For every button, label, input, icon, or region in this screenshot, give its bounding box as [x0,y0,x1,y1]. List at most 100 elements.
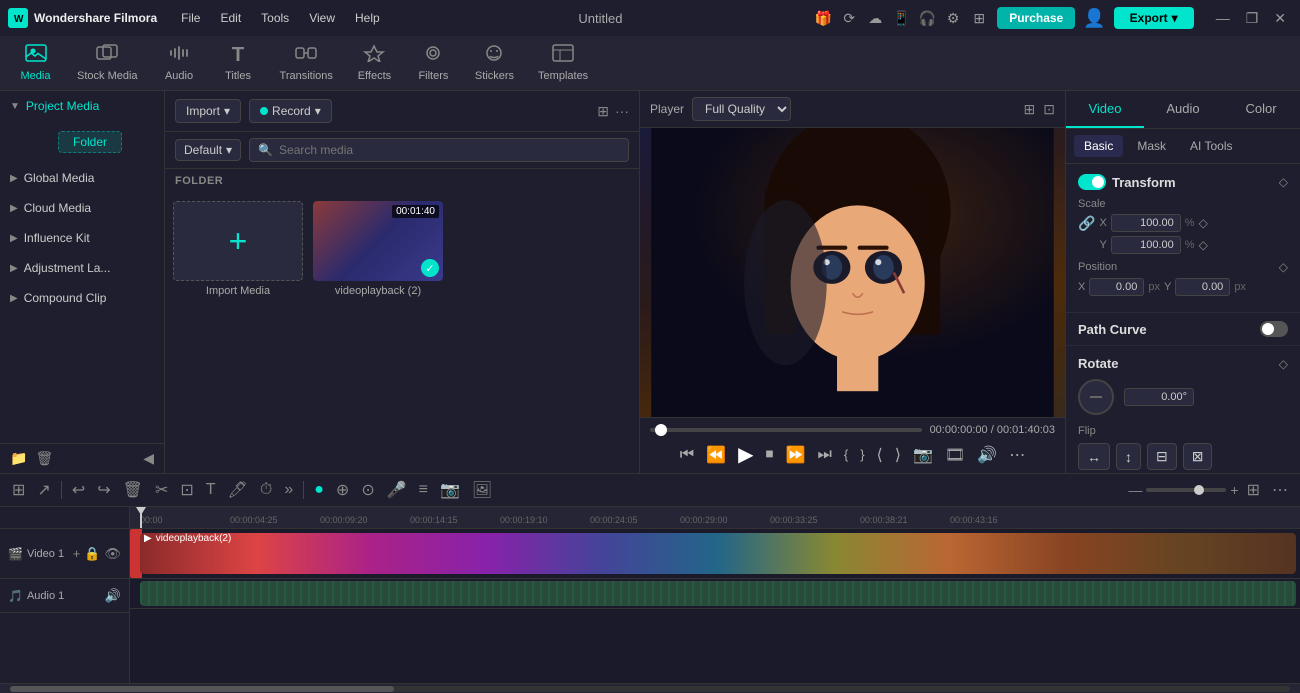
menu-tools[interactable]: Tools [253,9,297,27]
zoom-out-icon[interactable]: — [1128,482,1142,498]
flip-vertical-button[interactable]: ↕ [1116,443,1141,470]
delete-icon[interactable]: 🗑 [35,450,53,467]
export-frame-button[interactable]: 📷 [913,445,933,465]
import-button[interactable]: Import ▾ [175,99,241,123]
tl-layout-button[interactable]: ⊞ [1243,478,1264,502]
tl-clip-button[interactable]: ⊙ [357,478,378,502]
toolbar-transitions[interactable]: Transitions [270,40,343,86]
go-to-end-button[interactable]: ⏭ [817,446,831,464]
tab-color[interactable]: Color [1222,91,1300,128]
menu-edit[interactable]: Edit [212,9,249,27]
audio-button[interactable]: 🔊 [977,445,997,465]
menu-file[interactable]: File [173,9,208,27]
zoom-slider-thumb[interactable] [1194,485,1204,495]
purchase-button[interactable]: Purchase [997,7,1075,29]
grid-view-icon[interactable]: ⊞ [1024,101,1036,118]
tl-text-button[interactable]: T [202,479,220,501]
toolbar-filters[interactable]: Filters [406,40,461,86]
tl-more-tools[interactable]: » [280,479,297,501]
mark-in-button[interactable]: { [844,447,848,462]
scale-y-input[interactable] [1111,236,1181,254]
scale-y-keyframe[interactable]: ◇ [1199,238,1208,252]
tl-sticker-button[interactable]: 🖼 [468,478,496,502]
video-thumb[interactable]: 00:01:40 ✓ [313,201,443,281]
maximize-button[interactable]: ❐ [1240,8,1265,29]
add-track-icon[interactable]: + [73,546,81,562]
flip-v-mirror-button[interactable]: ⊠ [1183,443,1213,470]
track-eye-icon[interactable]: 👁 [104,546,121,562]
scrollbar-track[interactable] [10,686,1290,692]
scrollbar-thumb[interactable] [10,686,394,692]
toolbar-stickers[interactable]: Stickers [465,40,524,86]
tl-timer-button[interactable]: ⏱ [256,479,276,501]
next-frame-button[interactable]: ⏩ [786,445,806,465]
toolbar-audio[interactable]: Audio [152,40,207,86]
sidebar-item-project-media[interactable]: ▼ Project Media [0,91,164,121]
add-folder-icon[interactable]: 📁 [10,450,27,467]
zoom-slider[interactable] [1146,488,1226,492]
prev-clip-button[interactable]: ⟨ [877,445,883,465]
phone-icon[interactable]: 📱 [891,10,911,27]
rotate-input[interactable] [1124,388,1194,406]
collapse-icon[interactable]: ◀ [143,450,154,467]
grid-icon[interactable]: ⊞ [969,10,989,27]
settings-icon[interactable]: ⚙ [943,10,963,27]
sidebar-item-adjustment[interactable]: ▶ Adjustment La... [0,253,164,283]
rotate-keyframe[interactable]: ◇ [1279,357,1288,371]
sidebar-item-influence-kit[interactable]: ▶ Influence Kit [0,223,164,253]
go-to-start-button[interactable]: ⏮ [680,446,694,464]
search-input[interactable] [279,143,620,157]
video-clip[interactable] [140,533,1296,574]
gift-icon[interactable]: 🎁 [813,10,833,27]
cloud-icon[interactable]: ☁ [865,10,885,27]
toolbar-stock-media[interactable]: Stock Media [67,40,148,86]
share-icon[interactable]: ⟳ [839,10,859,27]
next-clip-button[interactable]: ⟩ [895,445,901,465]
subtab-ai-tools[interactable]: AI Tools [1180,135,1242,157]
tl-paint-button[interactable]: 🖊 [224,478,252,502]
sidebar-item-cloud-media[interactable]: ▶ Cloud Media [0,193,164,223]
subtab-mask[interactable]: Mask [1127,135,1176,157]
flip-h-mirror-button[interactable]: ⊟ [1147,443,1177,470]
timeline-scrubber[interactable] [650,428,922,432]
tl-crop-button[interactable]: ⊡ [176,478,197,502]
position-keyframe[interactable]: ◇ [1279,260,1288,274]
quality-select[interactable]: Full Quality 1/2 Quality 1/4 Quality [692,97,791,121]
tl-camera-button[interactable]: 📷 [436,478,464,502]
tl-snap-button[interactable]: ⊕ [332,478,353,502]
export-button[interactable]: Export ▾ [1114,7,1194,29]
media-item[interactable]: 00:01:40 ✓ videoplayback (2) [313,201,443,465]
account-icon[interactable]: 👤 [1083,8,1105,29]
flip-horizontal-button[interactable]: ↔ [1078,443,1110,470]
mark-out-button[interactable]: } [860,447,864,462]
toolbar-media[interactable]: Media [8,40,63,86]
import-media-item[interactable]: + Import Media [173,201,303,465]
record-button[interactable]: Record ▾ [249,99,332,123]
tl-undo-button[interactable]: ↩ [68,478,89,502]
headphones-icon[interactable]: 🎧 [917,10,937,27]
tl-delete-button[interactable]: 🗑 [119,478,147,502]
scrubber-head[interactable] [655,424,667,436]
subtab-basic[interactable]: Basic [1074,135,1123,157]
tl-more-button[interactable]: ⋯ [1268,478,1292,502]
sidebar-item-global-media[interactable]: ▶ Global Media [0,163,164,193]
prev-frame-button[interactable]: ⏪ [706,445,726,465]
audio-clip[interactable] [140,581,1296,606]
menu-help[interactable]: Help [347,9,388,27]
minimize-button[interactable]: — [1210,8,1236,29]
tl-group-button[interactable]: ⊞ [8,478,29,502]
position-x-input[interactable] [1089,278,1144,296]
search-box[interactable]: 🔍 [249,138,629,162]
scale-link-icon[interactable]: 🔗 [1078,215,1095,232]
tl-redo-button[interactable]: ↪ [93,478,114,502]
fullscreen-icon[interactable]: ⊡ [1043,101,1055,118]
tl-audio-scrub[interactable]: 🎤 [383,478,411,502]
transform-toggle[interactable] [1078,174,1106,190]
audio-add-icon[interactable]: 🔊 [105,588,121,604]
snapshot-button[interactable]: 🎞 [945,445,965,465]
path-curve-toggle[interactable] [1260,321,1288,337]
scale-x-keyframe[interactable]: ◇ [1199,216,1208,230]
zoom-in-icon[interactable]: + [1230,482,1238,498]
toolbar-effects[interactable]: Effects [347,40,402,86]
transform-keyframe-icon[interactable]: ◇ [1279,175,1288,189]
